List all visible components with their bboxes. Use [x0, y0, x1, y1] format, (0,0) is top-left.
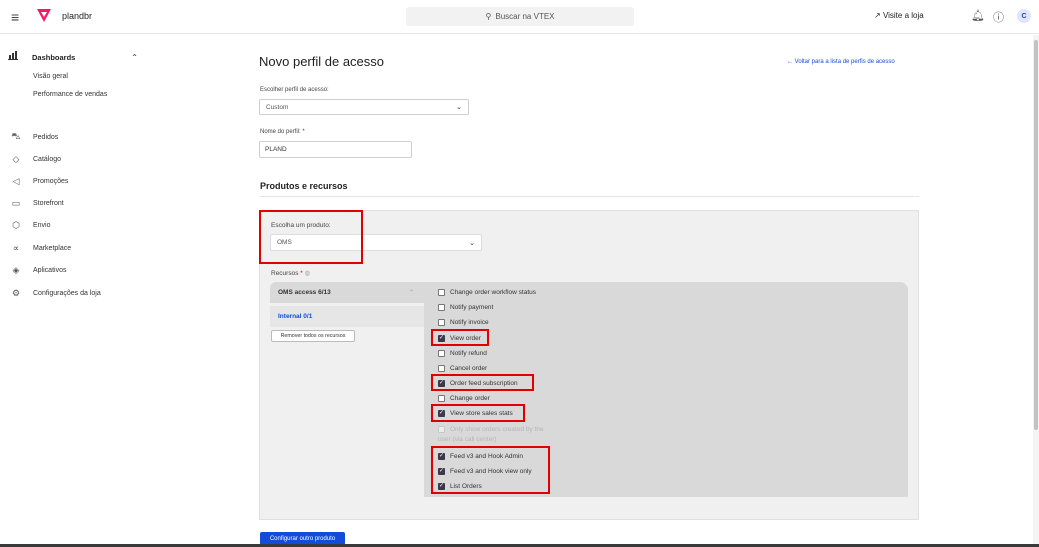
sidebar-item-pedidos[interactable]: ⛍ Pedidos: [8, 130, 138, 144]
visit-store-link[interactable]: ↗ Visite a loja: [874, 11, 924, 20]
permission-item-disabled: Only show orders created by the user (vi…: [438, 425, 558, 445]
resources-label: Recursos * ◍: [271, 269, 310, 277]
required-mark: *: [300, 270, 303, 277]
highlight-box: [431, 329, 489, 346]
sidebar-subitem-overview[interactable]: Visão geral: [33, 72, 68, 81]
sidebar-item-label: Aplicativos: [33, 266, 67, 274]
resources-label-text: Recursos: [271, 270, 299, 277]
permission-label: Cancel order: [450, 364, 488, 372]
sidebar-item-dashboards[interactable]: Dashboards ⌃: [8, 50, 138, 64]
search-input[interactable]: ⚲ Buscar na VTEX: [406, 7, 634, 26]
store-name[interactable]: plandbr: [62, 11, 92, 21]
chevron-up-icon: ⌃: [408, 290, 414, 296]
checkbox[interactable]: [438, 318, 445, 326]
sidebar-item-promocoes[interactable]: ◁ Promoções: [8, 174, 138, 188]
sidebar-item-label: Promoções: [33, 177, 69, 185]
profile-name-label: Nome do perfil: *: [260, 129, 305, 135]
highlight-box: [431, 446, 550, 494]
permission-item[interactable]: Change order: [438, 393, 490, 403]
permission-label: Only show orders created by the user (vi…: [438, 426, 544, 443]
top-bar: ≡ plandbr ⚲ Buscar na VTEX ↗ Visite a lo…: [0, 0, 1039, 34]
profile-select-value: Custom: [266, 103, 289, 111]
checkbox[interactable]: [438, 288, 445, 296]
checkbox-disabled: [438, 425, 445, 433]
search-placeholder: Buscar na VTEX: [495, 12, 555, 21]
sidebar-item-label: Pedidos: [33, 133, 59, 141]
search-icon: ⚲: [485, 12, 492, 21]
checkbox[interactable]: [438, 303, 445, 311]
chevron-down-icon: ⌄: [456, 104, 462, 111]
vtex-logo-icon[interactable]: [36, 7, 52, 28]
section-title: Produtos e recursos: [260, 181, 348, 191]
cart-icon: ⛍: [11, 131, 21, 141]
profile-select[interactable]: Custom ⌄: [259, 99, 469, 115]
permission-item[interactable]: Notify payment: [438, 302, 493, 312]
resource-group-internal[interactable]: Internal 0/1: [270, 306, 424, 327]
sidebar-item-label: Configurações da loja: [33, 289, 101, 297]
sidebar-item-label: Storefront: [33, 199, 64, 207]
permission-item[interactable]: Change order workflow status: [438, 287, 536, 297]
sidebar-item-label: Marketplace: [33, 244, 72, 252]
chevron-up-icon[interactable]: ⌃: [131, 53, 138, 62]
divider: [259, 196, 919, 197]
sidebar-subitem-sales-performance[interactable]: Performance de vendas: [33, 90, 113, 99]
checkbox[interactable]: [438, 364, 445, 372]
arrow-left-icon: ←: [787, 59, 793, 65]
bell-icon[interactable]: 🔔︎: [971, 9, 985, 22]
resource-group-oms-access[interactable]: OMS access 6/13 ⌃: [270, 282, 424, 303]
permission-item[interactable]: Notify refund: [438, 348, 487, 358]
help-icon[interactable]: ⓘ: [993, 9, 1004, 25]
share-icon: ∝: [12, 242, 20, 253]
resource-group-label: OMS access 6/13: [278, 289, 331, 296]
visit-store-label: Visite a loja: [882, 11, 924, 20]
menu-icon[interactable]: ≡: [11, 9, 19, 25]
highlight-box: [431, 404, 525, 422]
checkbox[interactable]: [438, 394, 445, 402]
resource-groups: OMS access 6/13 ⌃ Internal 0/1: [270, 282, 424, 327]
resource-group-label: Internal 0/1: [278, 313, 313, 320]
sidebar-item-catalogo[interactable]: ◇ Catálogo: [8, 152, 138, 166]
profile-select-label: Escolher perfil de acesso:: [260, 87, 329, 93]
permission-item[interactable]: Notify invoice: [438, 317, 489, 327]
checkbox[interactable]: [438, 349, 445, 357]
sidebar-item-aplicativos[interactable]: ◈ Aplicativos: [8, 263, 138, 277]
sidebar-item-storefront[interactable]: ▭ Storefront: [8, 196, 138, 210]
permission-label: Change order: [450, 394, 490, 402]
info-icon[interactable]: ◍: [305, 270, 311, 277]
permission-label: Notify refund: [450, 349, 487, 357]
sidebar-item-label: Dashboards: [32, 52, 76, 62]
sidebar-item-label: Catálogo: [33, 155, 62, 163]
settings-icon: ⚙: [11, 287, 21, 298]
profile-name-input[interactable]: PLAND: [259, 141, 412, 158]
highlight-box: [259, 210, 363, 264]
box-icon: ⬡: [12, 219, 20, 230]
back-link-label: Voltar para a lista de perfis de acesso: [794, 59, 895, 65]
scrollbar-thumb[interactable]: [1034, 40, 1038, 430]
avatar[interactable]: C: [1017, 9, 1031, 23]
permission-item[interactable]: Cancel order: [438, 363, 487, 373]
required-mark: *: [302, 129, 305, 135]
tag-icon: ◇: [12, 153, 20, 164]
layers-icon: ◈: [12, 264, 20, 275]
page-title: Novo perfil de acesso: [259, 54, 385, 69]
chevron-down-icon: ⌄: [469, 239, 475, 247]
storefront-icon: ▭: [11, 197, 21, 208]
back-to-list-link[interactable]: ← Voltar para a lista de perfis de acess…: [787, 59, 895, 65]
remove-all-resources-button[interactable]: Remover todos os recursos: [271, 330, 355, 342]
sidebar: Dashboards ⌃ Visão geral Performance de …: [0, 35, 146, 547]
sidebar-item-envio[interactable]: ⬡ Envio: [8, 218, 138, 232]
megaphone-icon: ◁: [12, 175, 20, 186]
sidebar-item-marketplace[interactable]: ∝ Marketplace: [8, 241, 138, 255]
permission-label: Change order workflow status: [450, 288, 536, 296]
highlight-box: [431, 374, 534, 391]
profile-name-label-text: Nome do perfil:: [260, 129, 301, 135]
permission-label: Notify invoice: [450, 318, 489, 326]
chart-icon: [8, 51, 24, 63]
sidebar-item-label: Envio: [33, 221, 51, 229]
permission-label: Notify payment: [450, 303, 494, 311]
sidebar-item-configuracoes[interactable]: ⚙ Configurações da loja: [8, 286, 138, 300]
